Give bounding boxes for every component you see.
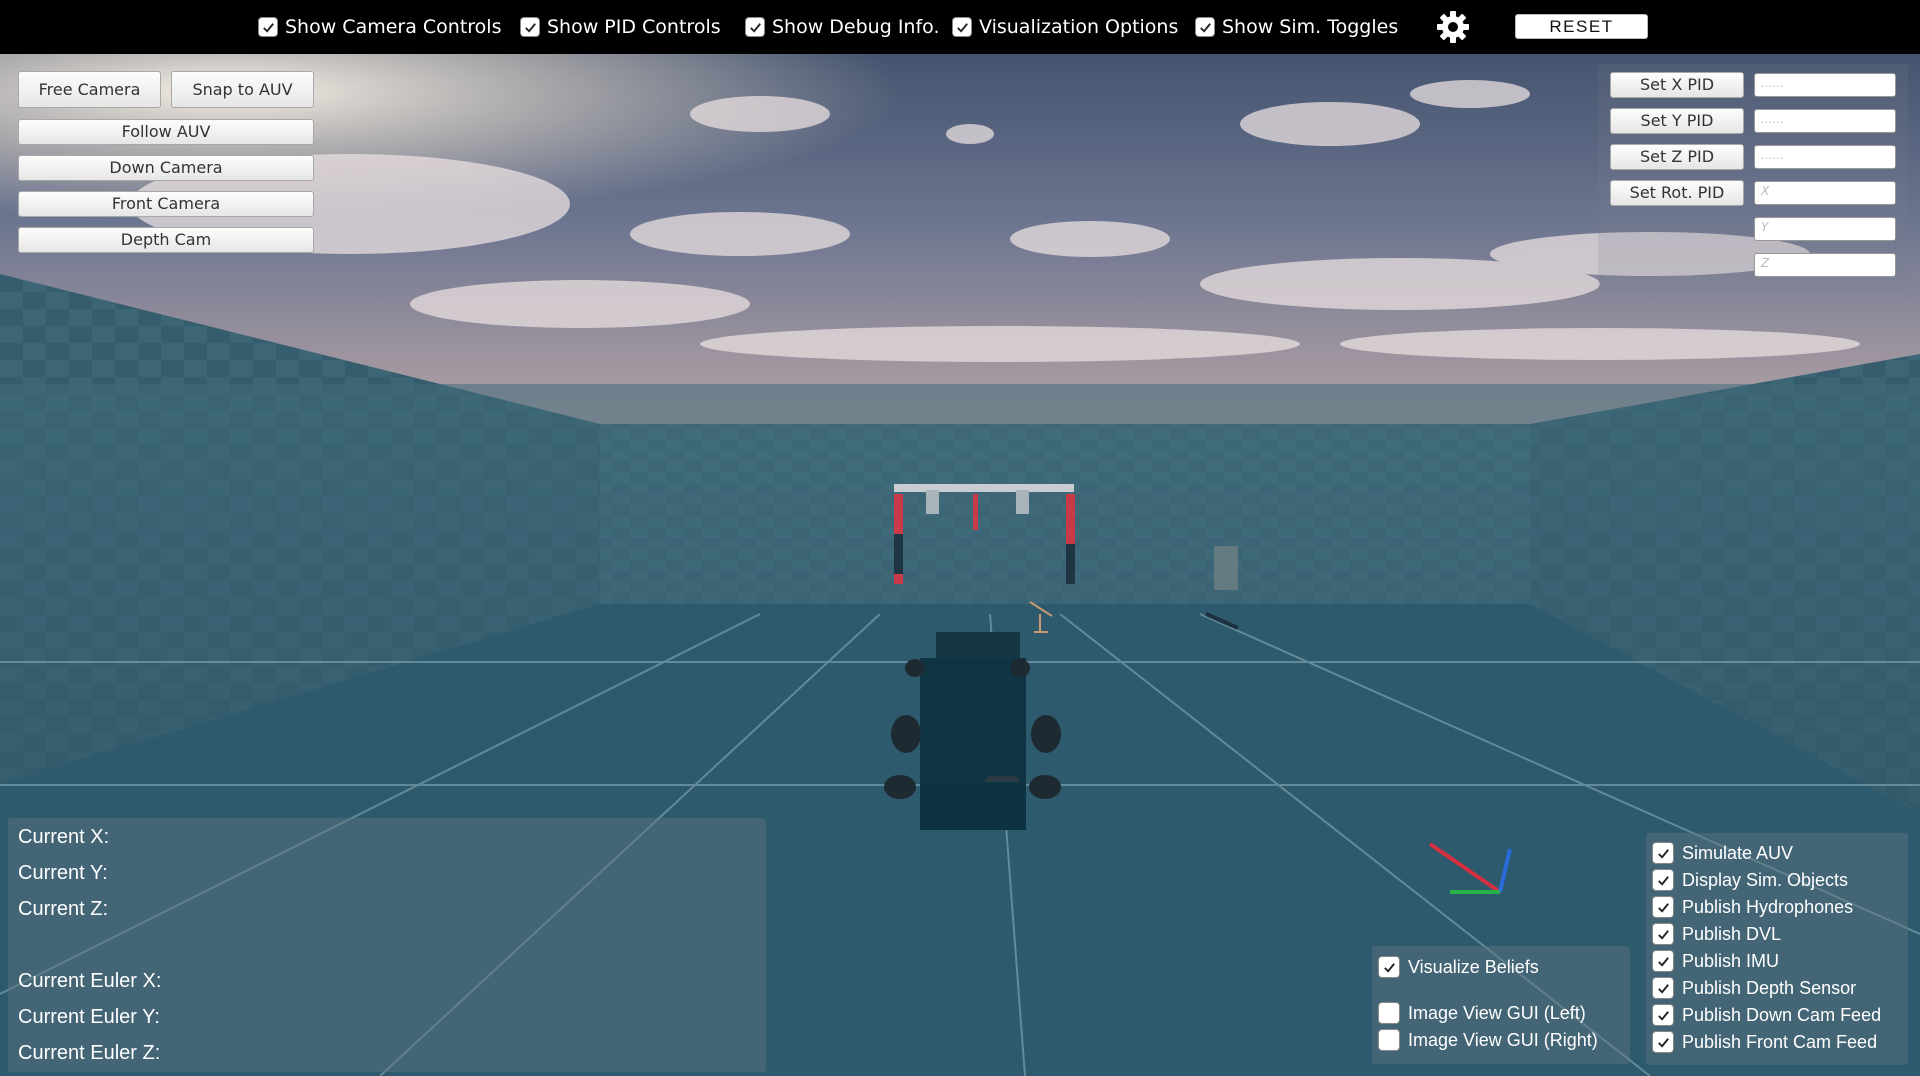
checkbox-checked-icon[interactable] xyxy=(1652,1004,1674,1026)
toggle-publish-depth-sensor[interactable]: Publish Depth Sensor xyxy=(1652,977,1856,999)
toggle-label: Visualization Options xyxy=(979,16,1179,38)
z-pid-input[interactable]: ...... xyxy=(1754,145,1896,169)
checkbox-checked-icon[interactable] xyxy=(1652,896,1674,918)
toggle-show-pid-controls[interactable]: Show PID Controls xyxy=(520,14,721,40)
toggle-show-camera-controls[interactable]: Show Camera Controls xyxy=(258,14,502,40)
checkbox-checked-icon[interactable] xyxy=(1652,977,1674,999)
toggle-image-view-left[interactable]: Image View GUI (Left) xyxy=(1378,1002,1586,1024)
toggle-publish-down-cam-feed[interactable]: Publish Down Cam Feed xyxy=(1652,1004,1881,1026)
toggle-label: Show PID Controls xyxy=(547,16,721,38)
set-z-pid-button[interactable]: Set Z PID xyxy=(1610,144,1744,170)
free-camera-button[interactable]: Free Camera xyxy=(18,71,161,108)
toggle-label: Show Sim. Toggles xyxy=(1222,16,1399,38)
toggle-label: Image View GUI (Left) xyxy=(1408,1002,1586,1023)
checkbox-checked-icon[interactable] xyxy=(1652,1031,1674,1053)
set-y-pid-button[interactable]: Set Y PID xyxy=(1610,108,1744,134)
toggle-publish-hydrophones[interactable]: Publish Hydrophones xyxy=(1652,896,1853,918)
current-y-label: Current Y: xyxy=(18,862,108,884)
checkbox-unchecked-icon[interactable] xyxy=(1378,1002,1400,1024)
set-rot-pid-button[interactable]: Set Rot. PID xyxy=(1610,180,1744,206)
reset-button[interactable]: RESET xyxy=(1515,14,1648,39)
toggle-label: Publish Front Cam Feed xyxy=(1682,1031,1878,1052)
toggle-visualize-beliefs[interactable]: Visualize Beliefs xyxy=(1378,956,1539,978)
toggle-image-view-right[interactable]: Image View GUI (Right) xyxy=(1378,1029,1598,1051)
current-z-label: Current Z: xyxy=(18,898,109,920)
current-x-label: Current X: xyxy=(18,826,110,848)
current-euler-z-label: Current Euler Z: xyxy=(18,1042,161,1064)
front-camera-button[interactable]: Front Camera xyxy=(18,191,314,217)
toggle-show-sim-toggles[interactable]: Show Sim. Toggles xyxy=(1195,14,1398,40)
toggle-label: Image View GUI (Right) xyxy=(1408,1029,1598,1050)
y-pid-input[interactable]: ...... xyxy=(1754,109,1896,133)
debug-info-panel: Current X: Current Y: Current Z: Current… xyxy=(8,818,766,1072)
toggle-publish-dvl[interactable]: Publish DVL xyxy=(1652,923,1781,945)
down-camera-button[interactable]: Down Camera xyxy=(18,155,314,181)
snap-to-auv-button[interactable]: Snap to AUV xyxy=(171,71,314,108)
toggle-publish-front-cam-feed[interactable]: Publish Front Cam Feed xyxy=(1652,1031,1877,1053)
checkbox-checked-icon[interactable] xyxy=(258,17,278,37)
gear-icon[interactable] xyxy=(1436,10,1470,44)
toggle-label: Publish Depth Sensor xyxy=(1682,977,1857,998)
toggle-label: Publish IMU xyxy=(1682,950,1780,971)
checkbox-checked-icon[interactable] xyxy=(1195,17,1215,37)
checkbox-unchecked-icon[interactable] xyxy=(1378,1029,1400,1051)
toggle-label: Visualize Beliefs xyxy=(1408,956,1539,977)
x-pid-input[interactable]: ...... xyxy=(1754,73,1896,97)
follow-auv-button[interactable]: Follow AUV xyxy=(18,119,314,145)
checkbox-checked-icon[interactable] xyxy=(1378,956,1400,978)
checkbox-checked-icon[interactable] xyxy=(1652,923,1674,945)
toggle-label: Publish Down Cam Feed xyxy=(1682,1004,1882,1025)
toggle-label: Display Sim. Objects xyxy=(1682,869,1849,890)
current-euler-y-label: Current Euler Y: xyxy=(18,1006,160,1028)
rot-x-input[interactable]: X xyxy=(1754,181,1896,205)
toggle-show-debug-info[interactable]: Show Debug Info. xyxy=(745,14,940,40)
toggle-publish-imu[interactable]: Publish IMU xyxy=(1652,950,1779,972)
checkbox-checked-icon[interactable] xyxy=(520,17,540,37)
checkbox-checked-icon[interactable] xyxy=(1652,842,1674,864)
rot-z-input[interactable]: Z xyxy=(1754,253,1896,277)
checkbox-checked-icon[interactable] xyxy=(952,17,972,37)
set-x-pid-button[interactable]: Set X PID xyxy=(1610,72,1744,98)
top-toolbar: Show Camera Controls Show PID Controls S… xyxy=(0,0,1920,54)
toggle-label: Show Debug Info. xyxy=(772,16,940,38)
toggle-label: Publish Hydrophones xyxy=(1682,896,1854,917)
toggle-simulate-auv[interactable]: Simulate AUV xyxy=(1652,842,1793,864)
sim-toggles-panel: Simulate AUV Display Sim. Objects Publis… xyxy=(1646,833,1908,1065)
toggle-label: Show Camera Controls xyxy=(285,16,502,38)
rot-y-input[interactable]: Y xyxy=(1754,217,1896,241)
visualization-options-panel: Visualize Beliefs Image View GUI (Left) … xyxy=(1372,946,1630,1064)
checkbox-checked-icon[interactable] xyxy=(1652,869,1674,891)
depth-cam-button[interactable]: Depth Cam xyxy=(18,227,314,253)
toggle-label: Simulate AUV xyxy=(1682,842,1794,863)
current-euler-x-label: Current Euler X: xyxy=(18,970,162,992)
toggle-visualization-options[interactable]: Visualization Options xyxy=(952,14,1178,40)
checkbox-checked-icon[interactable] xyxy=(1652,950,1674,972)
toggle-label: Publish DVL xyxy=(1682,923,1782,944)
checkbox-checked-icon[interactable] xyxy=(745,17,765,37)
toggle-display-sim-objects[interactable]: Display Sim. Objects xyxy=(1652,869,1848,891)
